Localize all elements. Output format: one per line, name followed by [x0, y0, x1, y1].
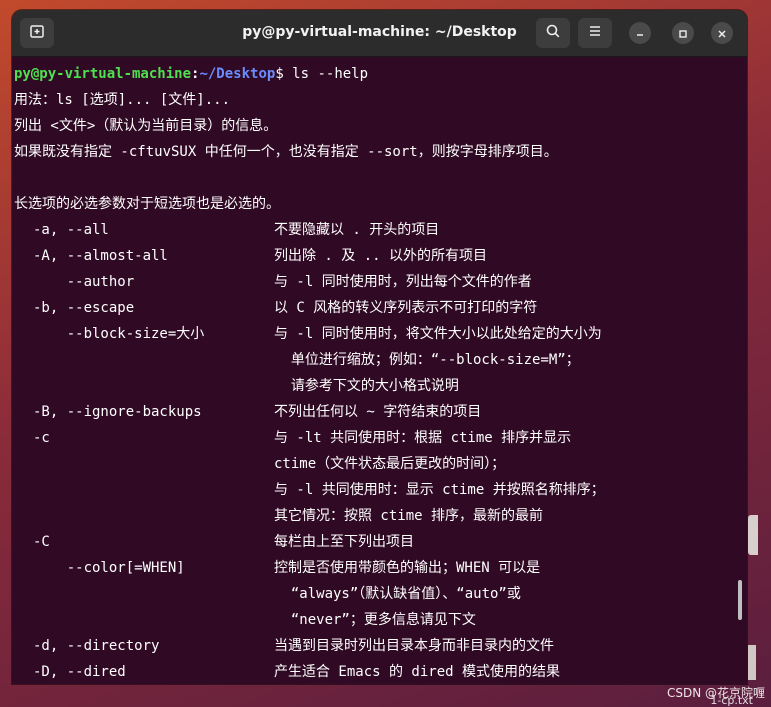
option-row: -d, --directory 当遇到目录时列出目录本身而非目录内的文件	[14, 633, 747, 659]
background-window-edge	[748, 515, 758, 555]
option-description: 产生适合 Emacs 的 dired 模式使用的结果	[274, 664, 561, 680]
option-flag: -C	[33, 534, 50, 550]
option-description: 与 -l 共同使用时：显示 ctime 并按照名称排序；	[274, 482, 605, 498]
option-row: “never”；更多信息请见下文	[14, 607, 747, 633]
option-row: -B, --ignore-backups 不列出任何以 ~ 字符结束的项目	[14, 399, 747, 425]
prompt-dollar: $	[275, 66, 284, 82]
sort-note-line: 如果既没有指定 -cftuvSUX 中任何一个，也没有指定 --sort，则按字…	[14, 144, 558, 160]
hamburger-menu-icon	[587, 23, 603, 43]
prompt-line: py@py-virtual-machine:~/Desktop$ ls --he…	[14, 61, 747, 87]
option-description: 不要隐藏以 . 开头的项目	[274, 222, 440, 238]
prompt-command: ls --help	[283, 66, 369, 82]
option-row: 单位进行缩放；例如：“--block-size=M”；	[14, 347, 747, 373]
option-description: “never”；更多信息请见下文	[274, 612, 476, 628]
option-row: --color[=WHEN] 控制是否使用带颜色的输出；WHEN 可以是	[14, 555, 747, 581]
title-bar[interactable]: py@py-virtual-machine: ~/Desktop	[12, 10, 747, 57]
minimize-icon	[635, 24, 645, 43]
option-flag: -a, --all	[33, 222, 109, 238]
option-row: -a, --all 不要隐藏以 . 开头的项目	[14, 217, 747, 243]
option-description: 其它情况：按照 ctime 排序，最新的最前	[274, 508, 544, 524]
option-description: 请参考下文的大小格式说明	[274, 378, 459, 394]
terminal-window: py@py-virtual-machine: ~/Desktop py@py-v…	[12, 10, 747, 684]
background-window-edge-lower	[748, 645, 756, 680]
option-row: 请参考下文的大小格式说明	[14, 373, 747, 399]
option-description: “always”（默认缺省值）、“auto”或	[274, 586, 521, 602]
option-flag: -B, --ignore-backups	[33, 404, 202, 420]
option-description: 以 C 风格的转义序列表示不可打印的字符	[274, 300, 538, 316]
close-icon	[717, 24, 727, 43]
option-row: 与 -l 共同使用时：显示 ctime 并按照名称排序；	[14, 477, 747, 503]
option-row: -b, --escape 以 C 风格的转义序列表示不可打印的字符	[14, 295, 747, 321]
prompt-path: ~/Desktop	[199, 66, 276, 82]
option-row: “always”（默认缺省值）、“auto”或	[14, 581, 747, 607]
description-line: 列出 <文件>（默认为当前目录）的信息。	[14, 118, 278, 134]
option-row: --block-size=大小 与 -l 同时使用时，将文件大小以此处给定的大小为	[14, 321, 747, 347]
option-description: 与 -lt 共同使用时：根据 ctime 排序并显示	[274, 430, 572, 446]
terminal-output[interactable]: py@py-virtual-machine:~/Desktop$ ls --he…	[12, 56, 747, 684]
options-list: -a, --all 不要隐藏以 . 开头的项目 -A, --almost-all 列出…	[14, 217, 747, 684]
option-flag: -d, --directory	[33, 638, 160, 654]
option-row: -c 与 -lt 共同使用时：根据 ctime 排序并显示	[14, 425, 747, 451]
option-description: 不列出任何以 ~ 字符结束的项目	[274, 404, 482, 420]
prompt-user: py@py-virtual-machine	[14, 66, 192, 82]
option-description: 控制是否使用带颜色的输出；WHEN 可以是	[274, 560, 541, 576]
option-description: 每栏由上至下列出项目	[274, 534, 414, 550]
option-description: 当遇到目录时列出目录本身而非目录内的文件	[274, 638, 554, 654]
close-button[interactable]	[711, 22, 733, 44]
option-row: -D, --dired 产生适合 Emacs 的 dired 模式使用的结果	[14, 659, 747, 684]
option-flag: -c	[33, 430, 50, 446]
option-description: 与 -l 同时使用时，将文件大小以此处给定的大小为	[274, 326, 602, 342]
option-row: 其它情况：按照 ctime 排序，最新的最前	[14, 503, 747, 529]
option-description: 列出除 . 及 .. 以外的所有项目	[274, 248, 488, 264]
option-row: -C 每栏由上至下列出项目	[14, 529, 747, 555]
option-description: ctime（文件状态最后更改的时间）；	[274, 456, 506, 472]
maximize-button[interactable]	[672, 22, 694, 44]
option-row: ctime（文件状态最后更改的时间）；	[14, 451, 747, 477]
search-icon	[545, 23, 561, 43]
option-flag: -D, --dired	[33, 664, 126, 680]
option-flag: -A, --almost-all	[33, 248, 168, 264]
long-options-note-line: 长选项的必选参数对于短选项也是必选的。	[14, 196, 280, 212]
search-button[interactable]	[536, 18, 570, 48]
option-flag: --block-size=大小	[33, 326, 205, 342]
option-flag: --author	[33, 274, 135, 290]
usage-line: 用法：ls [选项]... [文件]...	[14, 92, 231, 108]
scrollbar-thumb[interactable]	[738, 580, 742, 620]
maximize-icon	[678, 24, 688, 43]
option-description: 单位进行缩放；例如：“--block-size=M”；	[274, 352, 580, 368]
option-description: 与 -l 同时使用时，列出每个文件的作者	[274, 274, 532, 290]
option-row: --author 与 -l 同时使用时，列出每个文件的作者	[14, 269, 747, 295]
menu-button[interactable]	[578, 18, 612, 48]
option-flag: --color[=WHEN]	[33, 560, 185, 576]
watermark: CSDN @花京院喱	[666, 686, 765, 700]
option-row: -A, --almost-all 列出除 . 及 .. 以外的所有项目	[14, 243, 747, 269]
minimize-button[interactable]	[629, 22, 651, 44]
option-flag: -b, --escape	[33, 300, 135, 316]
